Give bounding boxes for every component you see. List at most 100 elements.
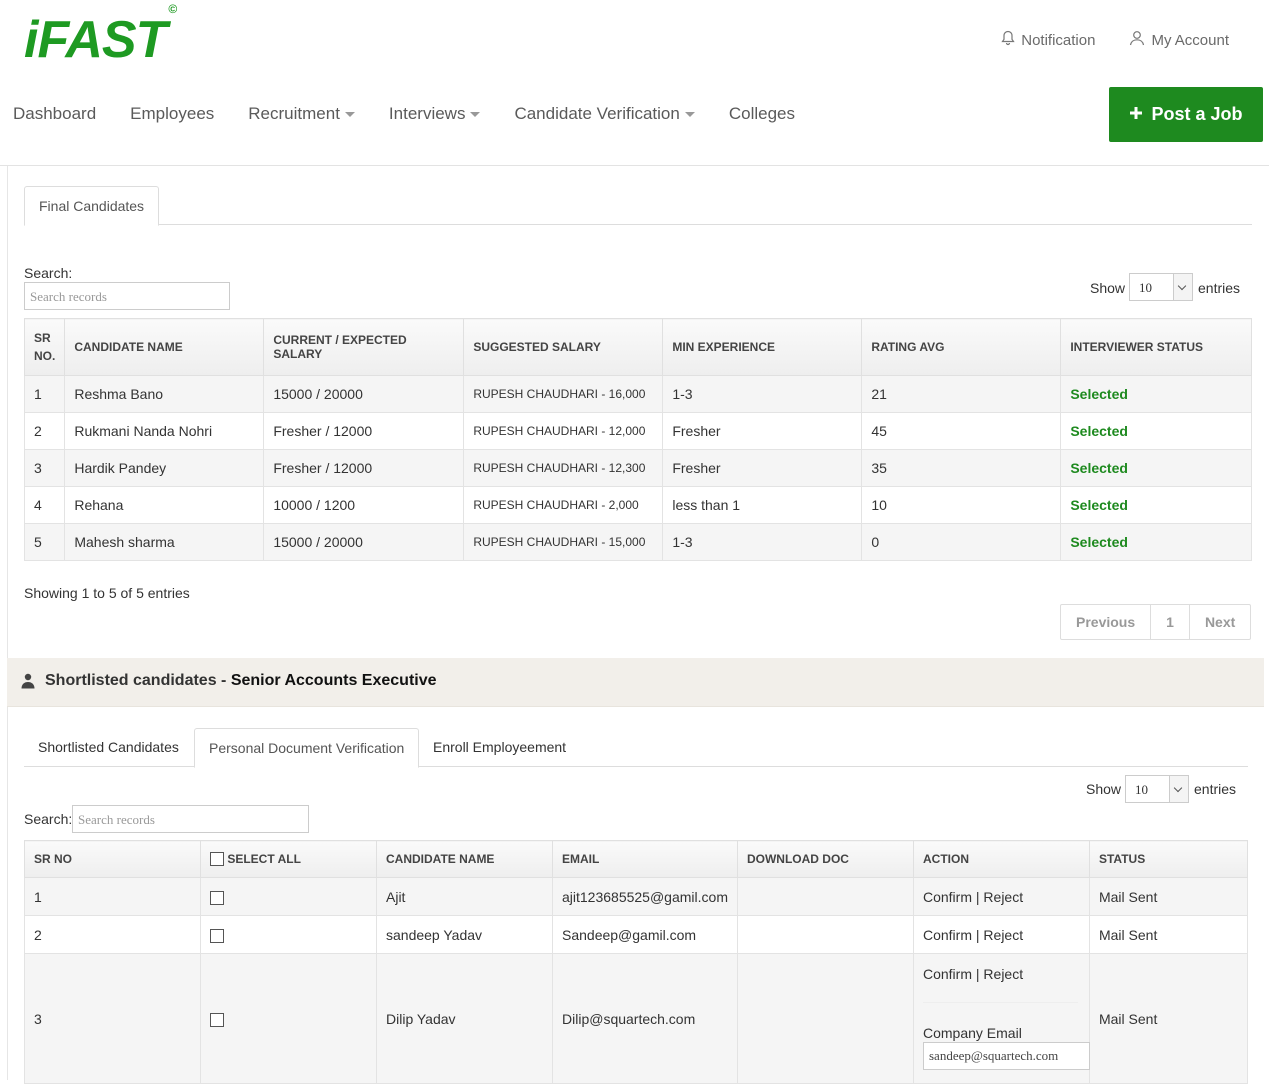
- cell-download: [736, 915, 914, 954]
- cell-sr: 5: [23, 523, 66, 561]
- cell-select: [200, 915, 377, 954]
- col-min-experience[interactable]: MIN EXPERIENCE: [662, 318, 863, 376]
- cell-status: Selected: [1060, 449, 1252, 487]
- col-candidate-name[interactable]: CANDIDATE NAME: [376, 840, 553, 878]
- cell-sr: 3: [24, 953, 201, 1084]
- nav-label: Candidate Verification: [514, 104, 680, 123]
- chevron-down-icon: [1173, 274, 1192, 300]
- col-salary[interactable]: CURRENT / EXPECTED SALARY: [263, 318, 465, 376]
- nav-item-colleges[interactable]: Colleges: [729, 104, 795, 124]
- row-checkbox[interactable]: [210, 1012, 224, 1027]
- post-job-label: Post a Job: [1151, 104, 1243, 124]
- company-email-label: Company Email: [922, 1025, 1022, 1041]
- logo-text: iFAST: [24, 11, 167, 69]
- cell-rating: 0: [861, 523, 1062, 561]
- cell-email: ajit123685525@gamil.com: [552, 877, 738, 916]
- table-row: 4 Rehana 10000 / 1200 RUPESH CHAUDHARI -…: [23, 486, 1252, 524]
- nav-label: Dashboard: [13, 104, 97, 123]
- cell-status: Selected: [1060, 375, 1252, 413]
- my-account-link[interactable]: My Account: [1129, 30, 1229, 50]
- action-separator: |: [975, 966, 980, 982]
- col-interviewer-status[interactable]: INTERVIEWER STATUS: [1060, 318, 1252, 376]
- cell-sr: 1: [23, 375, 66, 413]
- tab-final-candidates[interactable]: Final Candidates: [24, 186, 160, 226]
- reject-link[interactable]: Reject: [983, 966, 1023, 982]
- caret-down-icon: [470, 112, 481, 118]
- cell-rating: 45: [861, 412, 1062, 450]
- page-1-button[interactable]: 1: [1151, 605, 1190, 639]
- section-title-prefix: Shortlisted candidates -: [45, 672, 231, 689]
- table-row: 3 Dilip Yadav Dilip@squartech.com Confir…: [24, 953, 1249, 1084]
- cell-sr: 2: [24, 915, 201, 954]
- nav-item-candidate-verification[interactable]: Candidate Verification: [514, 104, 695, 124]
- tab-shortlisted-candidates[interactable]: Shortlisted Candidates: [24, 728, 193, 766]
- nav-label: Recruitment: [248, 104, 340, 123]
- cell-name: Rukmani Nanda Nohri: [64, 412, 265, 450]
- cell-salary: Fresher / 12000: [263, 412, 465, 450]
- row-checkbox[interactable]: [210, 928, 224, 943]
- previous-button[interactable]: Previous: [1061, 605, 1152, 639]
- col-sr-no[interactable]: SR NO: [24, 840, 201, 878]
- entries-value: 10: [1139, 280, 1152, 295]
- cell-suggested: RUPESH CHAUDHARI - 12,000: [463, 412, 664, 450]
- cell-name: Reshma Bano: [64, 375, 265, 413]
- table-header-row: SR NO. CANDIDATE NAME CURRENT / EXPECTED…: [23, 318, 1252, 376]
- col-action[interactable]: ACTION: [912, 840, 1090, 878]
- nav-item-employees[interactable]: Employees: [130, 104, 214, 124]
- search-input[interactable]: Search records: [24, 282, 230, 310]
- cell-salary: 15000 / 20000: [263, 375, 465, 413]
- cell-select: [200, 953, 377, 1084]
- nav-item-interviews[interactable]: Interviews: [389, 104, 481, 124]
- my-account-label: My Account: [1151, 31, 1229, 49]
- select-all-checkbox[interactable]: [210, 852, 224, 867]
- cell-name: sandeep Yadav: [376, 915, 553, 954]
- cell-exp: 1-3: [662, 375, 863, 413]
- cell-email: Sandeep@gamil.com: [552, 915, 738, 954]
- col-candidate-name[interactable]: CANDIDATE NAME: [64, 318, 265, 376]
- cell-sr: 3: [23, 449, 66, 487]
- cell-suggested: RUPESH CHAUDHARI - 2,000: [463, 486, 664, 524]
- post-job-button[interactable]: Post a Job: [1109, 87, 1263, 142]
- nav-item-dashboard[interactable]: Dashboard: [13, 104, 96, 124]
- cell-download: [736, 877, 914, 916]
- user-icon: [21, 673, 35, 694]
- next-button[interactable]: Next: [1190, 605, 1250, 639]
- company-email-input[interactable]: sandeep@squartech.com: [922, 1042, 1090, 1070]
- cell-status: Mail Sent: [1088, 953, 1249, 1084]
- nav-label: Colleges: [728, 104, 795, 123]
- col-download-doc[interactable]: DOWNLOAD DOC: [736, 840, 914, 878]
- col-email[interactable]: EMAIL: [552, 840, 738, 878]
- table-row: 5 Mahesh sharma 15000 / 20000 RUPESH CHA…: [23, 523, 1252, 561]
- entries-select[interactable]: 10: [1129, 273, 1193, 301]
- col-rating-avg[interactable]: RATING AVG: [861, 318, 1062, 376]
- cell-name: Ajit: [376, 877, 553, 916]
- cell-email: Dilip@squartech.com: [552, 953, 738, 1084]
- nav-label: Employees: [130, 104, 215, 123]
- row-checkbox[interactable]: [210, 890, 224, 905]
- top-header: iFAST© Notification My Account Dashboard…: [0, 0, 1269, 166]
- notification-link[interactable]: Notification: [1001, 30, 1095, 50]
- confirm-link[interactable]: Confirm: [923, 927, 972, 943]
- col-select-all[interactable]: SELECT ALL: [200, 840, 377, 878]
- table-row: 2 sandeep Yadav Sandeep@gamil.com Confir…: [24, 915, 1249, 954]
- cell-status: Selected: [1060, 412, 1252, 450]
- action-separator: |: [975, 926, 980, 943]
- cell-name: Dilip Yadav: [376, 953, 553, 1084]
- cell-salary: 15000 / 20000: [263, 523, 465, 561]
- col-status[interactable]: STATUS: [1088, 840, 1249, 878]
- nav-item-recruitment[interactable]: Recruitment: [248, 104, 355, 124]
- col-sr-no[interactable]: SR NO.: [23, 318, 66, 376]
- cell-suggested: RUPESH CHAUDHARI - 12,300: [463, 449, 664, 487]
- select-all-label: SELECT ALL: [227, 851, 301, 866]
- ifast-logo[interactable]: iFAST©: [24, 2, 177, 70]
- show-label: Show: [1086, 781, 1122, 797]
- search-input[interactable]: Search records: [72, 805, 309, 833]
- reject-link[interactable]: Reject: [983, 927, 1023, 943]
- reject-link[interactable]: Reject: [983, 889, 1023, 905]
- confirm-link[interactable]: Confirm: [923, 966, 972, 982]
- confirm-link[interactable]: Confirm: [923, 889, 972, 905]
- tab-personal-document-verification[interactable]: Personal Document Verification: [194, 728, 420, 768]
- entries-select[interactable]: 10: [1125, 775, 1189, 803]
- tab-enroll-employeement[interactable]: Enroll Employeement: [419, 728, 580, 766]
- col-suggested-salary[interactable]: SUGGESTED SALARY: [463, 318, 664, 376]
